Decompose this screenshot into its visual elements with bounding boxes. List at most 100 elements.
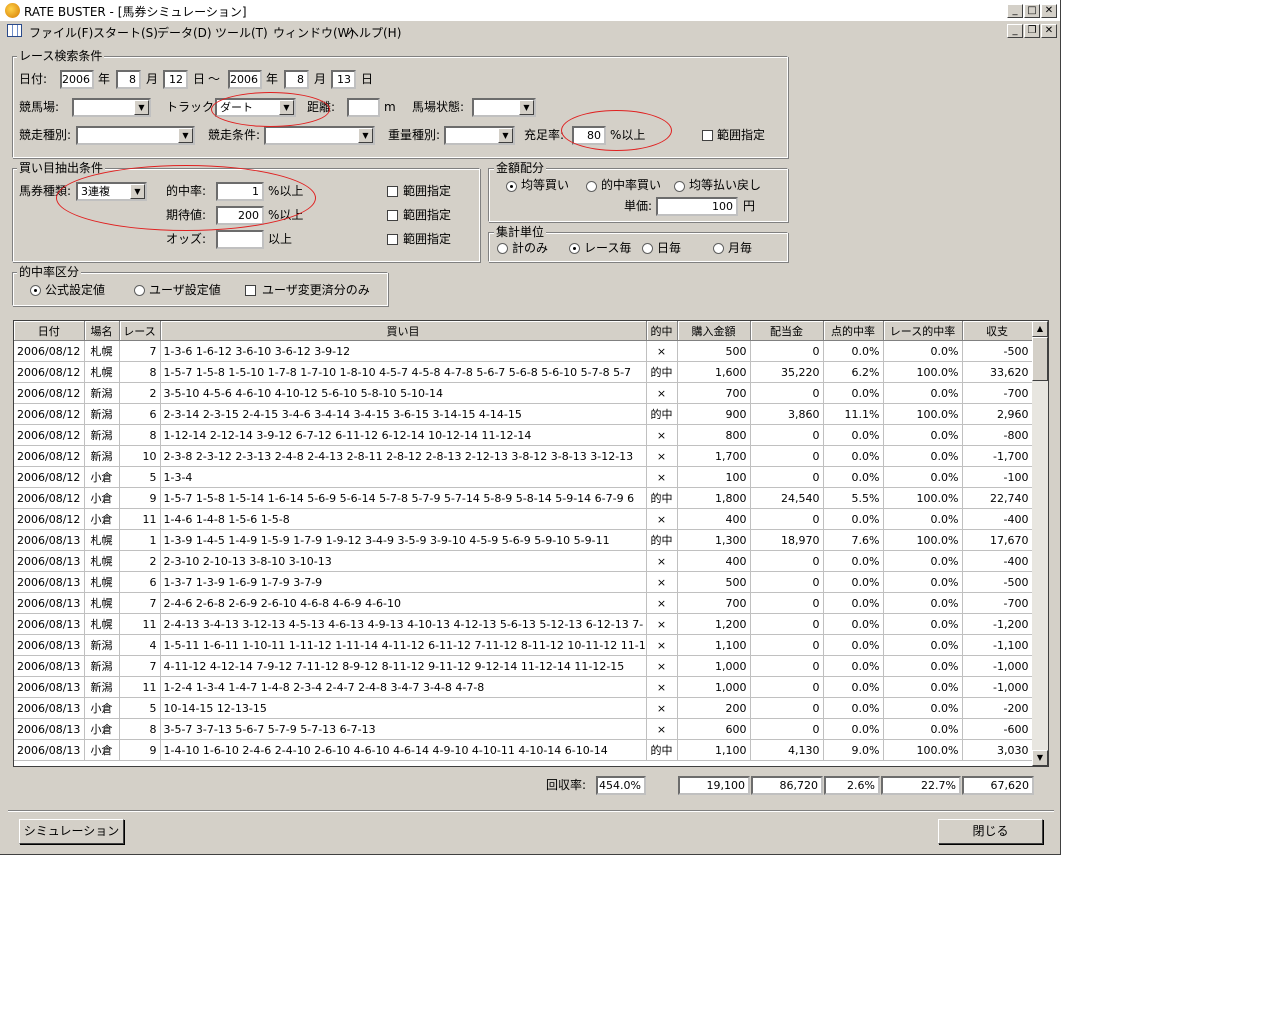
table-row[interactable]: 2006/08/12 札幌 7 1-3-6 1-6-12 3-6-10 3-6-12 … [14, 340, 1033, 362]
from-year-input[interactable]: 2006 [60, 70, 94, 89]
distance-input[interactable] [347, 98, 380, 117]
vertical-scrollbar[interactable]: ▲ ▼ [1032, 321, 1048, 766]
cell-purchase: 1,600 [677, 361, 751, 383]
col-race[interactable]: レース [119, 321, 161, 341]
cell-bets: 1-3-9 1-4-5 1-4-9 1-5-9 1-7-9 1-9-12 3-4… [160, 529, 647, 551]
chevron-down-icon[interactable]: ▼ [178, 128, 193, 143]
weight-label: 重量種別: [388, 128, 441, 142]
unit-price-input[interactable]: 100 [656, 197, 738, 216]
table-row[interactable]: 2006/08/12 新潟 8 1-12-14 2-12-14 3-9-12 6-7-… [14, 424, 1033, 446]
menu-data[interactable]: データ(D) [157, 24, 212, 41]
even-buy-radio[interactable] [506, 181, 517, 192]
close-icon[interactable]: ✕ [1041, 4, 1057, 18]
chevron-down-icon[interactable]: ▼ [519, 100, 534, 115]
hit-rate-buy-radio[interactable] [586, 181, 597, 192]
child-restore-icon[interactable]: ❐ [1024, 24, 1040, 38]
col-race-hit[interactable]: レース的中率 [883, 321, 963, 341]
per-race-radio[interactable] [569, 243, 580, 254]
cell-payout: 0 [750, 634, 824, 656]
race-range-checkbox[interactable] [702, 130, 713, 141]
table-row[interactable]: 2006/08/13 小倉 5 10-14-15 12-13-15 × 200 0 0.0% 0… [14, 697, 1033, 719]
menu-window[interactable]: ウィンドウ(W) [273, 24, 354, 41]
hit-rate-label: 的中率: [166, 184, 207, 198]
from-day-input[interactable]: 12 [163, 70, 188, 89]
table-row[interactable]: 2006/08/12 新潟 10 2-3-8 2-3-12 2-3-13 2-4-8 … [14, 445, 1033, 467]
user-changed-checkbox[interactable] [245, 285, 256, 296]
scroll-up-icon[interactable]: ▲ [1032, 321, 1048, 337]
table-row[interactable]: 2006/08/13 小倉 8 3-5-7 3-7-13 5-6-7 5-7-9 5-… [14, 718, 1033, 740]
document-icon[interactable] [7, 24, 22, 37]
table-row[interactable]: 2006/08/12 小倉 9 1-5-7 1-5-8 1-5-14 1-6-14 5… [14, 487, 1033, 509]
expect-range-checkbox[interactable] [387, 210, 398, 221]
track-place-select[interactable]: ▼ [72, 98, 151, 117]
cell-place: 札幌 [84, 340, 120, 362]
cell-place: 小倉 [84, 487, 120, 509]
track-select[interactable]: ダート ▼ [215, 98, 296, 117]
menu-file[interactable]: ファイル(F) [29, 24, 93, 41]
scroll-down-icon[interactable]: ▼ [1032, 750, 1048, 766]
cell-bets: 1-5-7 1-5-8 1-5-14 1-6-14 5-6-9 5-6-14 5… [160, 487, 647, 509]
close-button[interactable]: 閉じる [938, 819, 1043, 844]
user-setting-radio[interactable] [134, 285, 145, 296]
per-month-radio[interactable] [713, 243, 724, 254]
table-row[interactable]: 2006/08/12 札幌 8 1-5-7 1-5-8 1-5-10 1-7-8 1-… [14, 361, 1033, 383]
table-row[interactable]: 2006/08/13 新潟 7 4-11-12 4-12-14 7-9-12 7-11… [14, 655, 1033, 677]
cell-date: 2006/08/13 [14, 697, 85, 719]
official-radio[interactable] [30, 285, 41, 296]
col-balance[interactable]: 収支 [962, 321, 1033, 341]
from-month-input[interactable]: 8 [116, 70, 141, 89]
col-payout[interactable]: 配当金 [750, 321, 824, 341]
maximize-icon[interactable]: □ [1024, 4, 1040, 18]
odds-input[interactable] [216, 230, 264, 249]
weight-select[interactable]: ▼ [444, 126, 515, 145]
table-row[interactable]: 2006/08/13 小倉 9 1-4-10 1-6-10 2-4-6 2-4-10 … [14, 739, 1033, 761]
table-row[interactable]: 2006/08/13 札幌 1 1-3-9 1-4-5 1-4-9 1-5-9 1-7… [14, 529, 1033, 551]
results-grid[interactable]: 日付 場名 レース 買い目 的中 購入金額 配当金 点的中率 レース的中率 収支… [13, 320, 1049, 767]
chevron-down-icon[interactable]: ▼ [134, 100, 149, 115]
per-day-radio[interactable] [642, 243, 653, 254]
race-cond-select[interactable]: ▼ [264, 126, 375, 145]
to-day-input[interactable]: 13 [331, 70, 356, 89]
menu-tools[interactable]: ツール(T) [215, 24, 268, 41]
table-row[interactable]: 2006/08/12 新潟 2 3-5-10 4-5-6 4-6-10 4-10-12… [14, 382, 1033, 404]
chevron-down-icon[interactable]: ▼ [130, 184, 145, 199]
col-place[interactable]: 場名 [84, 321, 120, 341]
expect-input[interactable]: 200 [216, 206, 264, 225]
chevron-down-icon[interactable]: ▼ [498, 128, 513, 143]
chevron-down-icon[interactable]: ▼ [358, 128, 373, 143]
table-row[interactable]: 2006/08/12 小倉 5 1-3-4 × 100 0 0.0% 0.0% -100 [14, 466, 1033, 488]
total-only-radio[interactable] [497, 243, 508, 254]
child-close-icon[interactable]: ✕ [1041, 24, 1057, 38]
race-type-select[interactable]: ▼ [76, 126, 195, 145]
to-year-input[interactable]: 2006 [228, 70, 262, 89]
condition-select[interactable]: ▼ [472, 98, 536, 117]
col-date[interactable]: 日付 [14, 321, 85, 341]
table-row[interactable]: 2006/08/13 新潟 11 1-2-4 1-3-4 1-4-7 1-4-8 2-… [14, 676, 1033, 698]
table-row[interactable]: 2006/08/12 小倉 11 1-4-6 1-4-8 1-5-6 1-5-8 × 40… [14, 508, 1033, 530]
odds-range-checkbox[interactable] [387, 234, 398, 245]
even-refund-radio[interactable] [674, 181, 685, 192]
fill-input[interactable]: 80 [572, 126, 606, 145]
simulate-button[interactable]: シミュレーション [19, 819, 124, 844]
child-minimize-icon[interactable]: _ [1007, 24, 1023, 38]
table-row[interactable]: 2006/08/13 新潟 4 1-5-11 1-6-11 1-10-11 1-11-… [14, 634, 1033, 656]
menu-help[interactable]: ヘルプ(H) [347, 24, 401, 41]
scroll-thumb[interactable] [1032, 337, 1048, 381]
col-bets[interactable]: 買い目 [160, 321, 647, 341]
ticket-select[interactable]: 3連複 ▼ [76, 182, 147, 201]
menu-start[interactable]: スタート(S) [93, 24, 158, 41]
hit-rate-input[interactable]: 1 [216, 182, 264, 201]
hit-range-checkbox[interactable] [387, 186, 398, 197]
table-row[interactable]: 2006/08/13 札幌 2 2-3-10 2-10-13 3-8-10 3-10-… [14, 550, 1033, 572]
col-hit[interactable]: 的中 [646, 321, 678, 341]
col-point-hit[interactable]: 点的中率 [823, 321, 884, 341]
table-row[interactable]: 2006/08/13 札幌 7 2-4-6 2-6-8 2-6-9 2-6-10 4-… [14, 592, 1033, 614]
col-purchase[interactable]: 購入金額 [677, 321, 751, 341]
table-row[interactable]: 2006/08/12 新潟 6 2-3-14 2-3-15 2-4-15 3-4-6 … [14, 403, 1033, 425]
cell-date: 2006/08/12 [14, 445, 85, 467]
table-row[interactable]: 2006/08/13 札幌 6 1-3-7 1-3-9 1-6-9 1-7-9 3-7… [14, 571, 1033, 593]
minimize-icon[interactable]: _ [1007, 4, 1023, 18]
to-month-input[interactable]: 8 [284, 70, 309, 89]
chevron-down-icon[interactable]: ▼ [279, 100, 294, 115]
table-row[interactable]: 2006/08/13 札幌 11 2-4-13 3-4-13 3-12-13 4-5-… [14, 613, 1033, 635]
